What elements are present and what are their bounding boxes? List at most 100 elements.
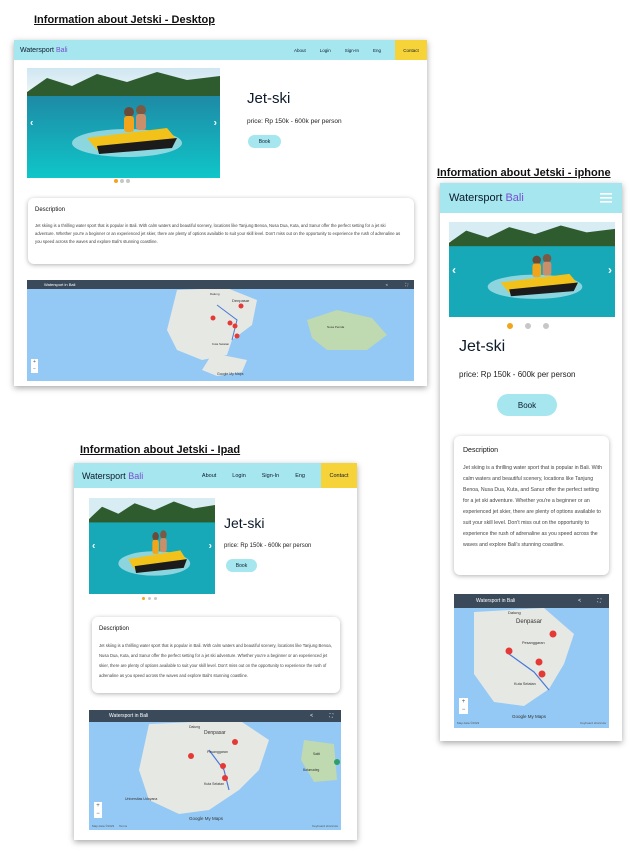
fullscreen-icon[interactable]: ⛶ [329, 713, 333, 719]
nav-links: About Login Sign-In Eng Contact [202, 463, 357, 488]
map-canvas [167, 288, 387, 376]
carousel-dot[interactable] [148, 597, 151, 600]
map-embed[interactable]: Watersport in Bali < ⛶ Dalung Denpasar P… [454, 594, 609, 728]
share-icon[interactable]: < [386, 282, 388, 287]
zoom-out-button[interactable]: − [33, 366, 36, 373]
brand-accent: Bali [128, 470, 144, 481]
product-price: price: Rp 150k - 600k per person [459, 370, 576, 379]
map-label-kuta: Kuta Selatan [212, 342, 230, 346]
desktop-frame: Watersport Bali About Login Sign-In Eng … [14, 40, 427, 386]
fullscreen-icon[interactable]: ⛶ [405, 282, 408, 287]
zoom-in-button[interactable]: + [462, 698, 466, 706]
carousel-dot[interactable] [126, 179, 130, 183]
contact-button[interactable]: Contact [321, 463, 357, 488]
jetski-photo [89, 498, 215, 594]
carousel-dot[interactable] [154, 597, 157, 600]
map-label-pesanggaran: Pesanggaran [207, 750, 228, 754]
map-label-dalung: Dalung [210, 292, 220, 296]
carousel-dot[interactable] [120, 179, 124, 183]
carousel-dots [114, 179, 130, 183]
zoom-controls: + − [94, 802, 102, 818]
next-arrow-icon[interactable]: › [209, 541, 212, 552]
brand-logo[interactable]: Watersport Bali [82, 471, 143, 481]
carousel-dot[interactable] [507, 323, 513, 329]
map-label-dalung: Dalung [508, 610, 521, 615]
map-label-denpasar: Denpasar [232, 298, 250, 303]
nav-about[interactable]: About [202, 473, 216, 479]
map-label-nusa: Nusa Penida [327, 325, 345, 329]
nav-lang[interactable]: Eng [295, 473, 305, 479]
description-text: Jet skiing is a thrilling water sport th… [35, 223, 401, 244]
zoom-controls: + − [459, 698, 468, 714]
map-label-unud: Universitas Udayana [125, 797, 158, 801]
navbar: Watersport Bali [440, 183, 622, 213]
map-title: Watersport in Bali [44, 282, 76, 287]
map-label-kuta: Kuta Selatan [514, 682, 536, 686]
carousel-dot[interactable] [543, 323, 549, 329]
next-arrow-icon[interactable]: › [214, 118, 217, 129]
jetski-photo [27, 68, 220, 178]
map-label-denpasar: Denpasar [204, 730, 226, 736]
carousel-dot[interactable] [142, 597, 145, 600]
description-heading: Description [463, 447, 499, 454]
navbar: Watersport Bali About Login Sign-In Eng … [74, 463, 357, 488]
product-price: price: Rp 150k - 600k per person [247, 118, 342, 125]
nav-about[interactable]: About [294, 48, 306, 53]
desktop-heading: Information about Jetski - Desktop [34, 14, 215, 26]
map-shortcuts[interactable]: Keyboard shortcuts [580, 721, 606, 725]
map-brand: Google My Maps [217, 372, 244, 376]
iphone-frame: Watersport Bali ‹ › Jet-ski price: Rp 15… [440, 183, 622, 741]
hero-image: ‹ › [449, 222, 615, 317]
book-button[interactable]: Book [497, 394, 557, 416]
book-button[interactable]: Book [226, 559, 257, 572]
share-icon[interactable]: < [310, 713, 313, 719]
carousel-dot[interactable] [114, 179, 118, 183]
book-button[interactable]: Book [248, 135, 281, 148]
prev-arrow-icon[interactable]: ‹ [92, 541, 95, 552]
brand-logo[interactable]: Watersport Bali [20, 47, 68, 54]
hamburger-icon[interactable] [600, 193, 612, 203]
description-card: Description Jet skiing is a thrilling wa… [92, 617, 340, 693]
zoom-out-button[interactable]: − [462, 706, 466, 714]
map-label-dalung: Dalung [189, 725, 201, 729]
nav-lang[interactable]: Eng [373, 48, 381, 53]
zoom-in-button[interactable]: + [96, 802, 100, 810]
prev-arrow-icon[interactable]: ‹ [30, 118, 33, 129]
map-toolbar: Watersport in Bali < ⛶ [454, 594, 609, 608]
brand-name: Watersport [82, 470, 126, 481]
next-arrow-icon[interactable]: › [608, 263, 612, 277]
map-toolbar: Watersport in Bali < ⛶ [89, 710, 341, 722]
brand-logo[interactable]: Watersport Bali [449, 192, 524, 204]
nav-signin[interactable]: Sign-In [345, 48, 359, 53]
prev-arrow-icon[interactable]: ‹ [452, 263, 456, 277]
carousel-dot[interactable] [525, 323, 531, 329]
map-shortcuts[interactable]: Keyboard shortcuts [312, 824, 338, 828]
map-toolbar: Watersport in Bali < ⛶ [27, 280, 414, 289]
zoom-out-button[interactable]: − [96, 810, 100, 818]
brand-name: Watersport [449, 192, 503, 204]
contact-button[interactable]: Contact [395, 40, 427, 60]
map-data-note: Map data ©2023 [92, 824, 115, 828]
nav-login[interactable]: Login [232, 473, 245, 479]
fullscreen-icon[interactable]: ⛶ [597, 598, 601, 604]
map-label-batumadeg: Batumadeg [303, 768, 320, 772]
product-title: Jet-ski [224, 515, 265, 531]
product-title: Jet-ski [247, 90, 291, 107]
description-text: Jet skiing is a thrilling water sport th… [99, 643, 332, 678]
map-embed[interactable]: Watersport in Bali < ⛶ Denpasar Dalung N… [27, 280, 414, 381]
map-title: Watersport in Bali [476, 598, 516, 604]
description-text: Jet skiing is a thrilling water sport th… [463, 465, 602, 548]
product-title: Jet-ski [459, 338, 506, 355]
map-embed[interactable]: Watersport in Bali < ⛶ Dalung Denpasar P… [89, 710, 341, 830]
iphone-heading: Information about Jetski - iphone [437, 167, 611, 179]
carousel-dots [507, 323, 549, 329]
nav-login[interactable]: Login [320, 48, 331, 53]
share-icon[interactable]: < [578, 598, 581, 604]
zoom-in-button[interactable]: + [33, 359, 36, 366]
map-terms[interactable]: Terms [119, 824, 127, 828]
map-title: Watersport in Bali [109, 713, 149, 719]
brand-accent: Bali [505, 192, 524, 204]
hero-image: ‹ › [27, 68, 220, 178]
nav-signin[interactable]: Sign-In [262, 473, 279, 479]
brand-name: Watersport [20, 46, 54, 54]
